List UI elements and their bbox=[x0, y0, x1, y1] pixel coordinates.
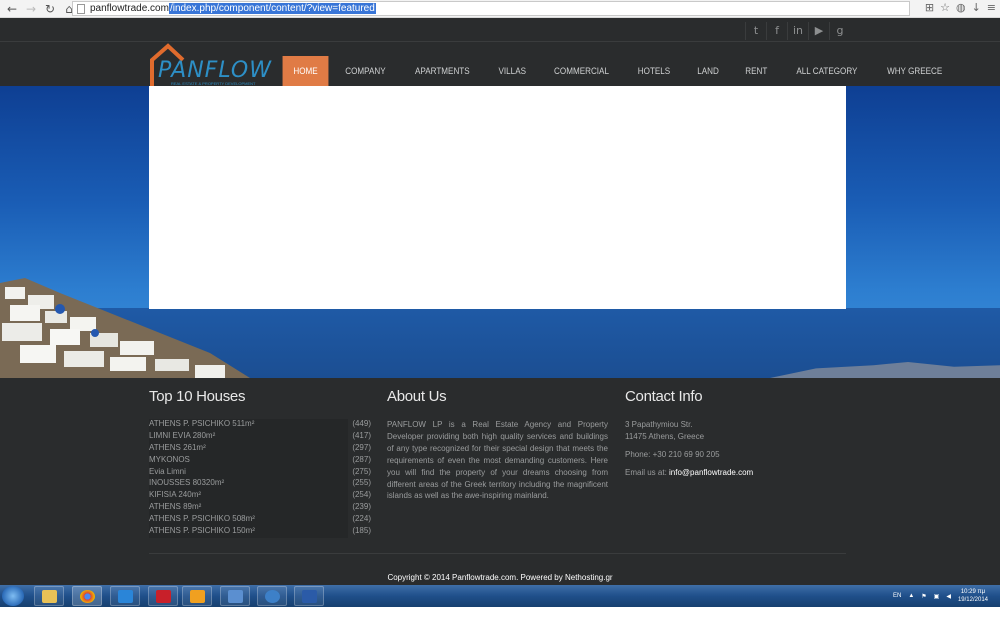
clock-time: 10:29 πμ bbox=[960, 589, 986, 595]
menu-item-home[interactable]: HOME bbox=[282, 56, 329, 86]
windows-taskbar: EN ▲ ⚑ ▣ ◀ 10:29 πμ 19/12/2014 bbox=[0, 585, 1000, 607]
menu-icon[interactable]: ≡ bbox=[987, 1, 996, 14]
word-icon[interactable] bbox=[294, 586, 324, 606]
url-path-selected: /index.php/component/content/?view=featu… bbox=[168, 3, 376, 14]
about-text: PANFLOW LP is a Real Estate Agency and P… bbox=[387, 420, 608, 501]
site-footer: Top 10 Houses ATHENS P. PSICHIKO 511m² (4… bbox=[0, 378, 1000, 585]
phone-text: Phone: +30 210 69 90 205 bbox=[625, 449, 720, 459]
site-logo[interactable]: PANFLOW REAL ESTATE & PROPERTY DEVELOPME… bbox=[149, 42, 271, 86]
footer-divider bbox=[149, 553, 846, 554]
list-item[interactable]: ATHENS P. PSICHIKO 508m² (224) bbox=[149, 514, 371, 527]
browser-toolbar: ← → ↻ ⌂ panflowtrade.com/index.php/compo… bbox=[0, 0, 1000, 18]
tray-expand-icon[interactable]: ▲ bbox=[908, 593, 914, 599]
linkedin-icon[interactable]: in bbox=[787, 22, 808, 40]
url-host: panflowtrade.com bbox=[90, 3, 169, 14]
top-houses-list: ATHENS P. PSICHIKO 511m² (449) LIMNI EVIA… bbox=[149, 419, 371, 538]
explorer-icon[interactable] bbox=[34, 586, 64, 606]
dropbox-icon[interactable] bbox=[110, 586, 140, 606]
extension-icon[interactable]: ◍ bbox=[956, 1, 966, 14]
logo-name: PANFLOW bbox=[158, 58, 272, 83]
outlook-icon[interactable] bbox=[182, 586, 212, 606]
list-item[interactable]: ATHENS 89m² (239) bbox=[149, 502, 371, 515]
menu-item-company[interactable]: COMPANY bbox=[334, 56, 396, 86]
social-links: t f in ▶ g bbox=[745, 22, 850, 40]
house-count: (275) bbox=[348, 466, 371, 479]
bookmark-star-icon[interactable]: ☆ bbox=[940, 1, 950, 14]
menu-item-commercial[interactable]: COMMERCIAL bbox=[543, 56, 620, 86]
list-item[interactable]: LIMNI EVIA 280m² (417) bbox=[149, 430, 371, 443]
translate-icon[interactable]: ⊞ bbox=[925, 1, 934, 14]
list-item[interactable]: ATHENS P. PSICHIKO 511m² (449) bbox=[149, 419, 371, 431]
email-link[interactable]: info@panflowtrade.com bbox=[669, 468, 753, 477]
list-item[interactable]: INOUSSES 80320m² (255) bbox=[149, 478, 371, 491]
house-count: (239) bbox=[348, 502, 371, 515]
house-count: (417) bbox=[348, 430, 371, 443]
house-count: (254) bbox=[348, 490, 371, 503]
house-count: (255) bbox=[348, 478, 371, 491]
reload-icon[interactable]: ↻ bbox=[43, 2, 57, 16]
acrobat-icon[interactable] bbox=[148, 586, 178, 606]
house-name[interactable]: ATHENS P. PSICHIKO 511m² bbox=[149, 419, 254, 431]
house-count: (287) bbox=[348, 454, 371, 467]
youtube-icon[interactable]: ▶ bbox=[808, 22, 829, 40]
chrome-icon[interactable] bbox=[72, 586, 102, 606]
ie-icon[interactable] bbox=[257, 586, 287, 606]
about-title: About Us bbox=[387, 388, 447, 405]
flag-icon[interactable]: ⚑ bbox=[921, 593, 926, 600]
house-name[interactable]: KIFISIA 240m² bbox=[149, 490, 201, 502]
menu-item-hotels[interactable]: HOTELS bbox=[627, 56, 681, 86]
language-indicator[interactable]: EN bbox=[893, 593, 901, 599]
twitter-icon[interactable]: t bbox=[745, 22, 766, 40]
house-name[interactable]: INOUSSES 80320m² bbox=[149, 478, 224, 490]
content-area bbox=[149, 86, 846, 309]
house-count: (224) bbox=[348, 514, 371, 527]
address-line-2: 11475 Athens, Greece bbox=[625, 431, 705, 441]
list-item[interactable]: ATHENS 261m² (297) bbox=[149, 442, 371, 455]
screen-bottom-margin bbox=[0, 607, 1000, 625]
menu-item-rent[interactable]: RENT bbox=[735, 56, 779, 86]
clock-date: 19/12/2014 bbox=[957, 597, 988, 603]
menu-item-apartments[interactable]: APARTMENTS bbox=[404, 56, 480, 86]
contact-info: 3 Papathymiou Str. 11475 Athens, Greece … bbox=[625, 419, 753, 479]
menu-item-all-category[interactable]: ALL CATEGORY bbox=[785, 56, 868, 86]
house-name[interactable]: ATHENS 89m² bbox=[149, 502, 201, 514]
menu-item-why-greece[interactable]: WHY GREECE bbox=[877, 56, 954, 86]
network-icon[interactable]: ▣ bbox=[934, 593, 940, 600]
google-plus-icon[interactable]: g bbox=[829, 22, 850, 40]
house-name[interactable]: ATHENS P. PSICHIKO 508m² bbox=[149, 514, 255, 526]
back-icon[interactable]: ← bbox=[5, 2, 19, 16]
home-app-icon[interactable] bbox=[220, 586, 250, 606]
house-count: (297) bbox=[348, 442, 371, 455]
menu-item-villas[interactable]: VILLAS bbox=[487, 56, 536, 86]
menu-item-land[interactable]: LAND bbox=[686, 56, 729, 86]
contact-title: Contact Info bbox=[625, 388, 703, 405]
address-line-1: 3 Papathymiou Str. bbox=[625, 420, 693, 429]
house-name[interactable]: LIMNI EVIA 280m² bbox=[149, 431, 215, 443]
copyright-text: Copyright © 2014 Panflowtrade.com. Power… bbox=[387, 573, 613, 582]
volume-icon[interactable]: ◀ bbox=[946, 593, 951, 600]
facebook-icon[interactable]: f bbox=[766, 22, 787, 40]
email-label: Email us at: bbox=[625, 467, 667, 477]
hero-banner bbox=[0, 86, 1000, 378]
house-count: (185) bbox=[348, 526, 371, 538]
house-name[interactable]: ATHENS 261m² bbox=[149, 443, 206, 455]
start-button[interactable] bbox=[2, 586, 24, 606]
address-bar[interactable]: panflowtrade.com/index.php/component/con… bbox=[72, 1, 910, 16]
top-houses-title: Top 10 Houses bbox=[149, 388, 246, 405]
list-item[interactable]: Evia Limni (275) bbox=[149, 466, 371, 479]
system-tray: EN ▲ ⚑ ▣ ◀ 10:29 πμ 19/12/2014 bbox=[893, 585, 1000, 607]
page-icon bbox=[77, 3, 85, 14]
list-item[interactable]: ATHENS P. PSICHIKO 150m² (185) bbox=[149, 526, 371, 538]
list-item[interactable]: MYKONOS (287) bbox=[149, 454, 371, 467]
clock[interactable]: 10:29 πμ 19/12/2014 bbox=[958, 588, 988, 604]
house-name[interactable]: Evia Limni bbox=[149, 467, 186, 479]
house-name[interactable]: MYKONOS bbox=[149, 455, 190, 467]
house-count: (449) bbox=[348, 419, 371, 431]
house-name[interactable]: ATHENS P. PSICHIKO 150m² bbox=[149, 526, 255, 538]
forward-icon[interactable]: → bbox=[24, 2, 38, 16]
main-menu: HOME COMPANY APARTMENTS VILLAS COMMERCIA… bbox=[280, 56, 958, 86]
download-icon[interactable]: ↓ bbox=[972, 1, 981, 14]
list-item[interactable]: KIFISIA 240m² (254) bbox=[149, 490, 371, 503]
